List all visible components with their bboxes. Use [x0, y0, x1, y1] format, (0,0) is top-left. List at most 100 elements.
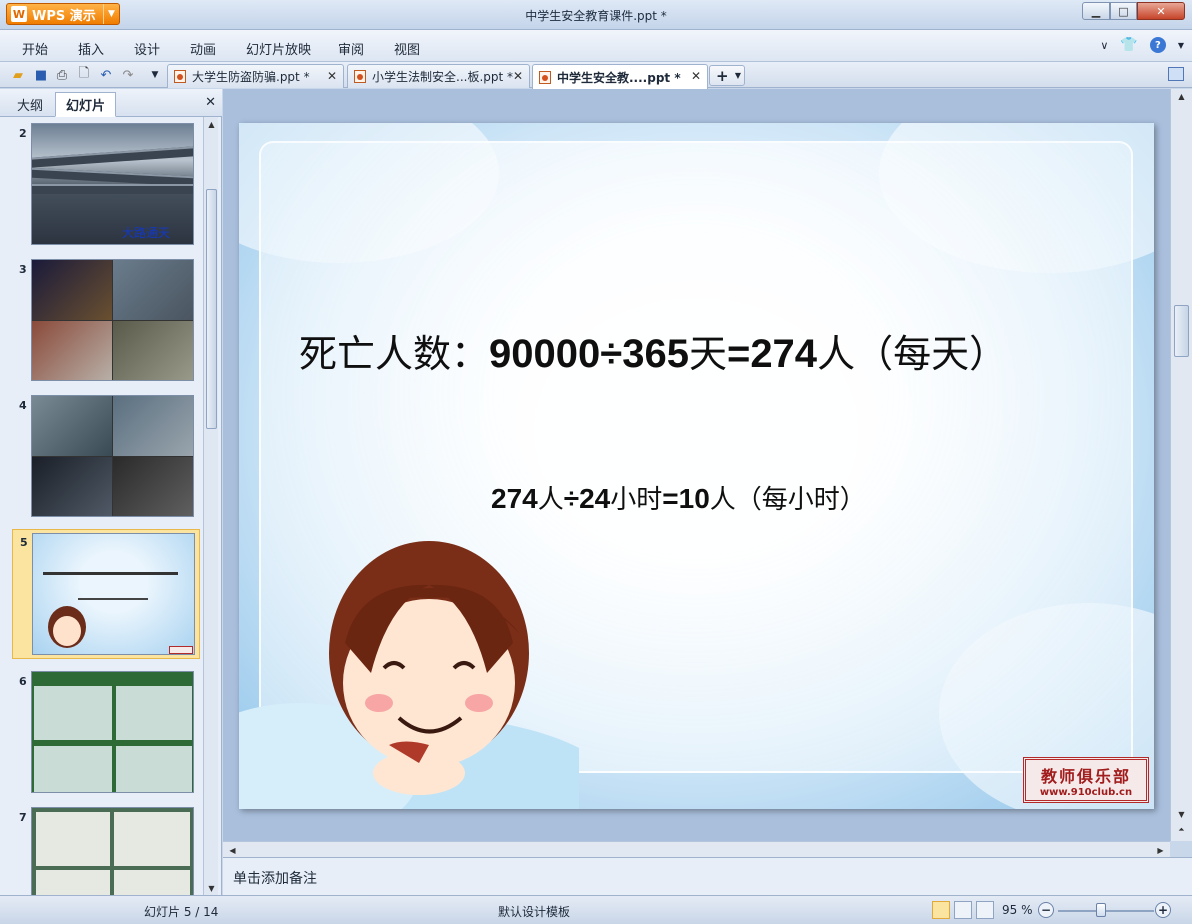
scroll-up-icon[interactable]: ▲: [1174, 89, 1189, 103]
editor-vertical-scrollbar[interactable]: ▲ ▼ ⏶: [1170, 89, 1192, 841]
subheading-number: ÷24: [563, 483, 611, 514]
subheading-text: 人: [537, 485, 564, 515]
slides-panel: 大纲 幻灯片 ✕ 2 大路通天 3 4 5 6 7 ▲ ▼: [0, 89, 222, 895]
heading-text: 天: [688, 332, 727, 376]
menu-slideshow[interactable]: 幻灯片放映: [246, 39, 311, 58]
tab-slides[interactable]: 幻灯片: [55, 92, 117, 117]
slide-number: 5: [20, 536, 28, 549]
maximize-button[interactable]: □: [1110, 2, 1137, 20]
close-tab-icon[interactable]: ✕: [691, 69, 701, 83]
undo-icon[interactable]: ↶: [97, 66, 115, 84]
slide-subheading[interactable]: 274人÷24小时=10人（每小时）: [491, 479, 866, 516]
heading-text: 人（每天）: [817, 332, 1008, 376]
doc-tab-1[interactable]: 大学生防盗防骗.ppt * ✕: [167, 64, 344, 88]
close-panel-icon[interactable]: ✕: [205, 95, 216, 110]
zoom-slider[interactable]: [1058, 910, 1154, 912]
panel-tabs: 大纲 幻灯片 ✕: [0, 89, 222, 117]
subheading-text: 小时: [610, 485, 663, 515]
doc-tab-label: 中学生安全教....ppt *: [557, 70, 681, 85]
editor-horizontal-scrollbar[interactable]: ◀ ▶: [223, 841, 1170, 857]
slide-editor: 死亡人数：90000÷365天=274人（每天） 274人÷24小时=10人（每…: [223, 89, 1192, 857]
tab-outline[interactable]: 大纲: [6, 92, 54, 117]
doc-tab-3[interactable]: 中学生安全教....ppt * ✕: [532, 64, 708, 89]
help-icon[interactable]: ?: [1149, 37, 1166, 53]
slide-thumbnail-2[interactable]: 2 大路通天: [12, 121, 200, 247]
ppt-file-icon: [354, 70, 366, 83]
redo-icon[interactable]: ↷: [119, 66, 137, 84]
doc-tab-2[interactable]: 小学生法制安全...板.ppt * ✕: [347, 64, 530, 88]
doc-tab-label: 大学生防盗防骗.ppt *: [192, 70, 310, 84]
slide-number: 6: [19, 675, 27, 688]
template-name: 默认设计模板: [498, 905, 571, 919]
menu-design[interactable]: 设计: [134, 39, 160, 58]
customize-toolbar-icon[interactable]: ▼: [146, 66, 164, 84]
stamp-title: 教师俱乐部: [1040, 766, 1131, 786]
minimize-button[interactable]: ▁: [1082, 2, 1110, 20]
slide-canvas[interactable]: 死亡人数：90000÷365天=274人（每天） 274人÷24小时=10人（每…: [239, 123, 1154, 809]
close-tab-icon[interactable]: ✕: [513, 69, 523, 83]
window-title: 中学生安全教育课件.ppt *: [525, 9, 667, 23]
new-tab-button[interactable]: + ▼: [709, 65, 745, 86]
scrollbar-thumb[interactable]: [206, 189, 217, 429]
slideshow-view-icon[interactable]: [976, 901, 994, 919]
ribbon-collapse-icon[interactable]: ∨: [1100, 39, 1108, 52]
scrollbar-thumb[interactable]: [1174, 305, 1189, 357]
slide-list-scrollbar[interactable]: ▲ ▼: [203, 117, 218, 895]
menu-insert[interactable]: 插入: [78, 39, 104, 58]
menu-view[interactable]: 视图: [394, 39, 420, 58]
scroll-up-icon[interactable]: ▲: [204, 117, 219, 131]
heading-text: 死亡人数：: [299, 332, 490, 376]
accident-photos: [31, 259, 194, 381]
slide-heading[interactable]: 死亡人数：90000÷365天=274人（每天）: [299, 323, 1119, 378]
cartoon-girl-illustration: [239, 541, 579, 809]
scroll-down-icon[interactable]: ▼: [1174, 807, 1189, 821]
heading-number: 90000÷365: [489, 332, 689, 376]
zoom-in-icon[interactable]: +: [1155, 902, 1171, 918]
current-slide-preview: [32, 533, 195, 655]
slide-sorter-view-icon[interactable]: [954, 901, 972, 919]
zoom-out-icon[interactable]: −: [1038, 902, 1054, 918]
scroll-left-icon[interactable]: ◀: [225, 843, 240, 857]
slide-thumbnail-3[interactable]: 3: [12, 257, 200, 383]
highway-photo: 大路通天: [31, 123, 194, 245]
previous-slide-icon[interactable]: ⏶: [1174, 823, 1189, 837]
slide-thumbnail-5[interactable]: 5: [12, 529, 200, 659]
slide-thumbnail-4[interactable]: 4: [12, 393, 200, 519]
ppt-file-icon: [539, 70, 551, 84]
task-pane-toggle-icon[interactable]: [1168, 67, 1184, 81]
print-preview-icon[interactable]: 🗋: [75, 66, 93, 84]
close-window-button[interactable]: ✕: [1137, 2, 1185, 20]
notes-pane[interactable]: 单击添加备注: [223, 857, 1192, 895]
scroll-down-icon[interactable]: ▼: [204, 881, 219, 895]
chevron-down-icon[interactable]: ▼: [735, 71, 741, 80]
save-icon[interactable]: ■: [32, 66, 50, 84]
subheading-number: 274: [491, 483, 538, 514]
title-bar: W WPS 演示 ▼ 中学生安全教育课件.ppt * ▁ □ ✕: [0, 0, 1192, 30]
slide-thumbnail-6[interactable]: 6: [12, 669, 200, 795]
slide-thumbnail-list: 2 大路通天 3 4 5 6 7: [0, 117, 203, 895]
help-dropdown-icon[interactable]: ▼: [1178, 41, 1184, 50]
slide-thumbnail-7[interactable]: 7: [12, 805, 200, 895]
print-icon[interactable]: ⎙: [53, 66, 71, 84]
normal-view-icon[interactable]: [932, 901, 950, 919]
slide-caption: 大路通天: [122, 226, 171, 240]
watermark-stamp: 教师俱乐部 www.910club.cn: [1023, 757, 1149, 803]
skin-shirt-icon[interactable]: 👕: [1120, 37, 1137, 53]
slide-number: 7: [19, 811, 27, 824]
zoom-level: 95 %: [1002, 903, 1033, 917]
doc-tab-label: 小学生法制安全...板.ppt *: [372, 70, 514, 84]
subheading-text: 人（每小时）: [709, 485, 866, 515]
slide-number: 3: [19, 263, 27, 276]
scroll-right-icon[interactable]: ▶: [1153, 843, 1168, 857]
sketch-illustration: [31, 807, 194, 895]
menu-animation[interactable]: 动画: [190, 39, 216, 58]
subheading-number: =10: [662, 483, 710, 514]
close-tab-icon[interactable]: ✕: [327, 69, 337, 83]
menu-bar: 开始 插入 设计 动画 幻灯片放映 审阅 视图 ∨ 👕 ? ▼: [0, 30, 1192, 62]
open-folder-icon[interactable]: ▰: [9, 66, 27, 84]
zoom-slider-handle[interactable]: [1096, 903, 1106, 917]
ppt-file-icon: [174, 70, 186, 83]
menu-home[interactable]: 开始: [22, 39, 48, 58]
slide-position: 幻灯片 5 / 14: [144, 905, 219, 919]
menu-review[interactable]: 审阅: [338, 39, 364, 58]
